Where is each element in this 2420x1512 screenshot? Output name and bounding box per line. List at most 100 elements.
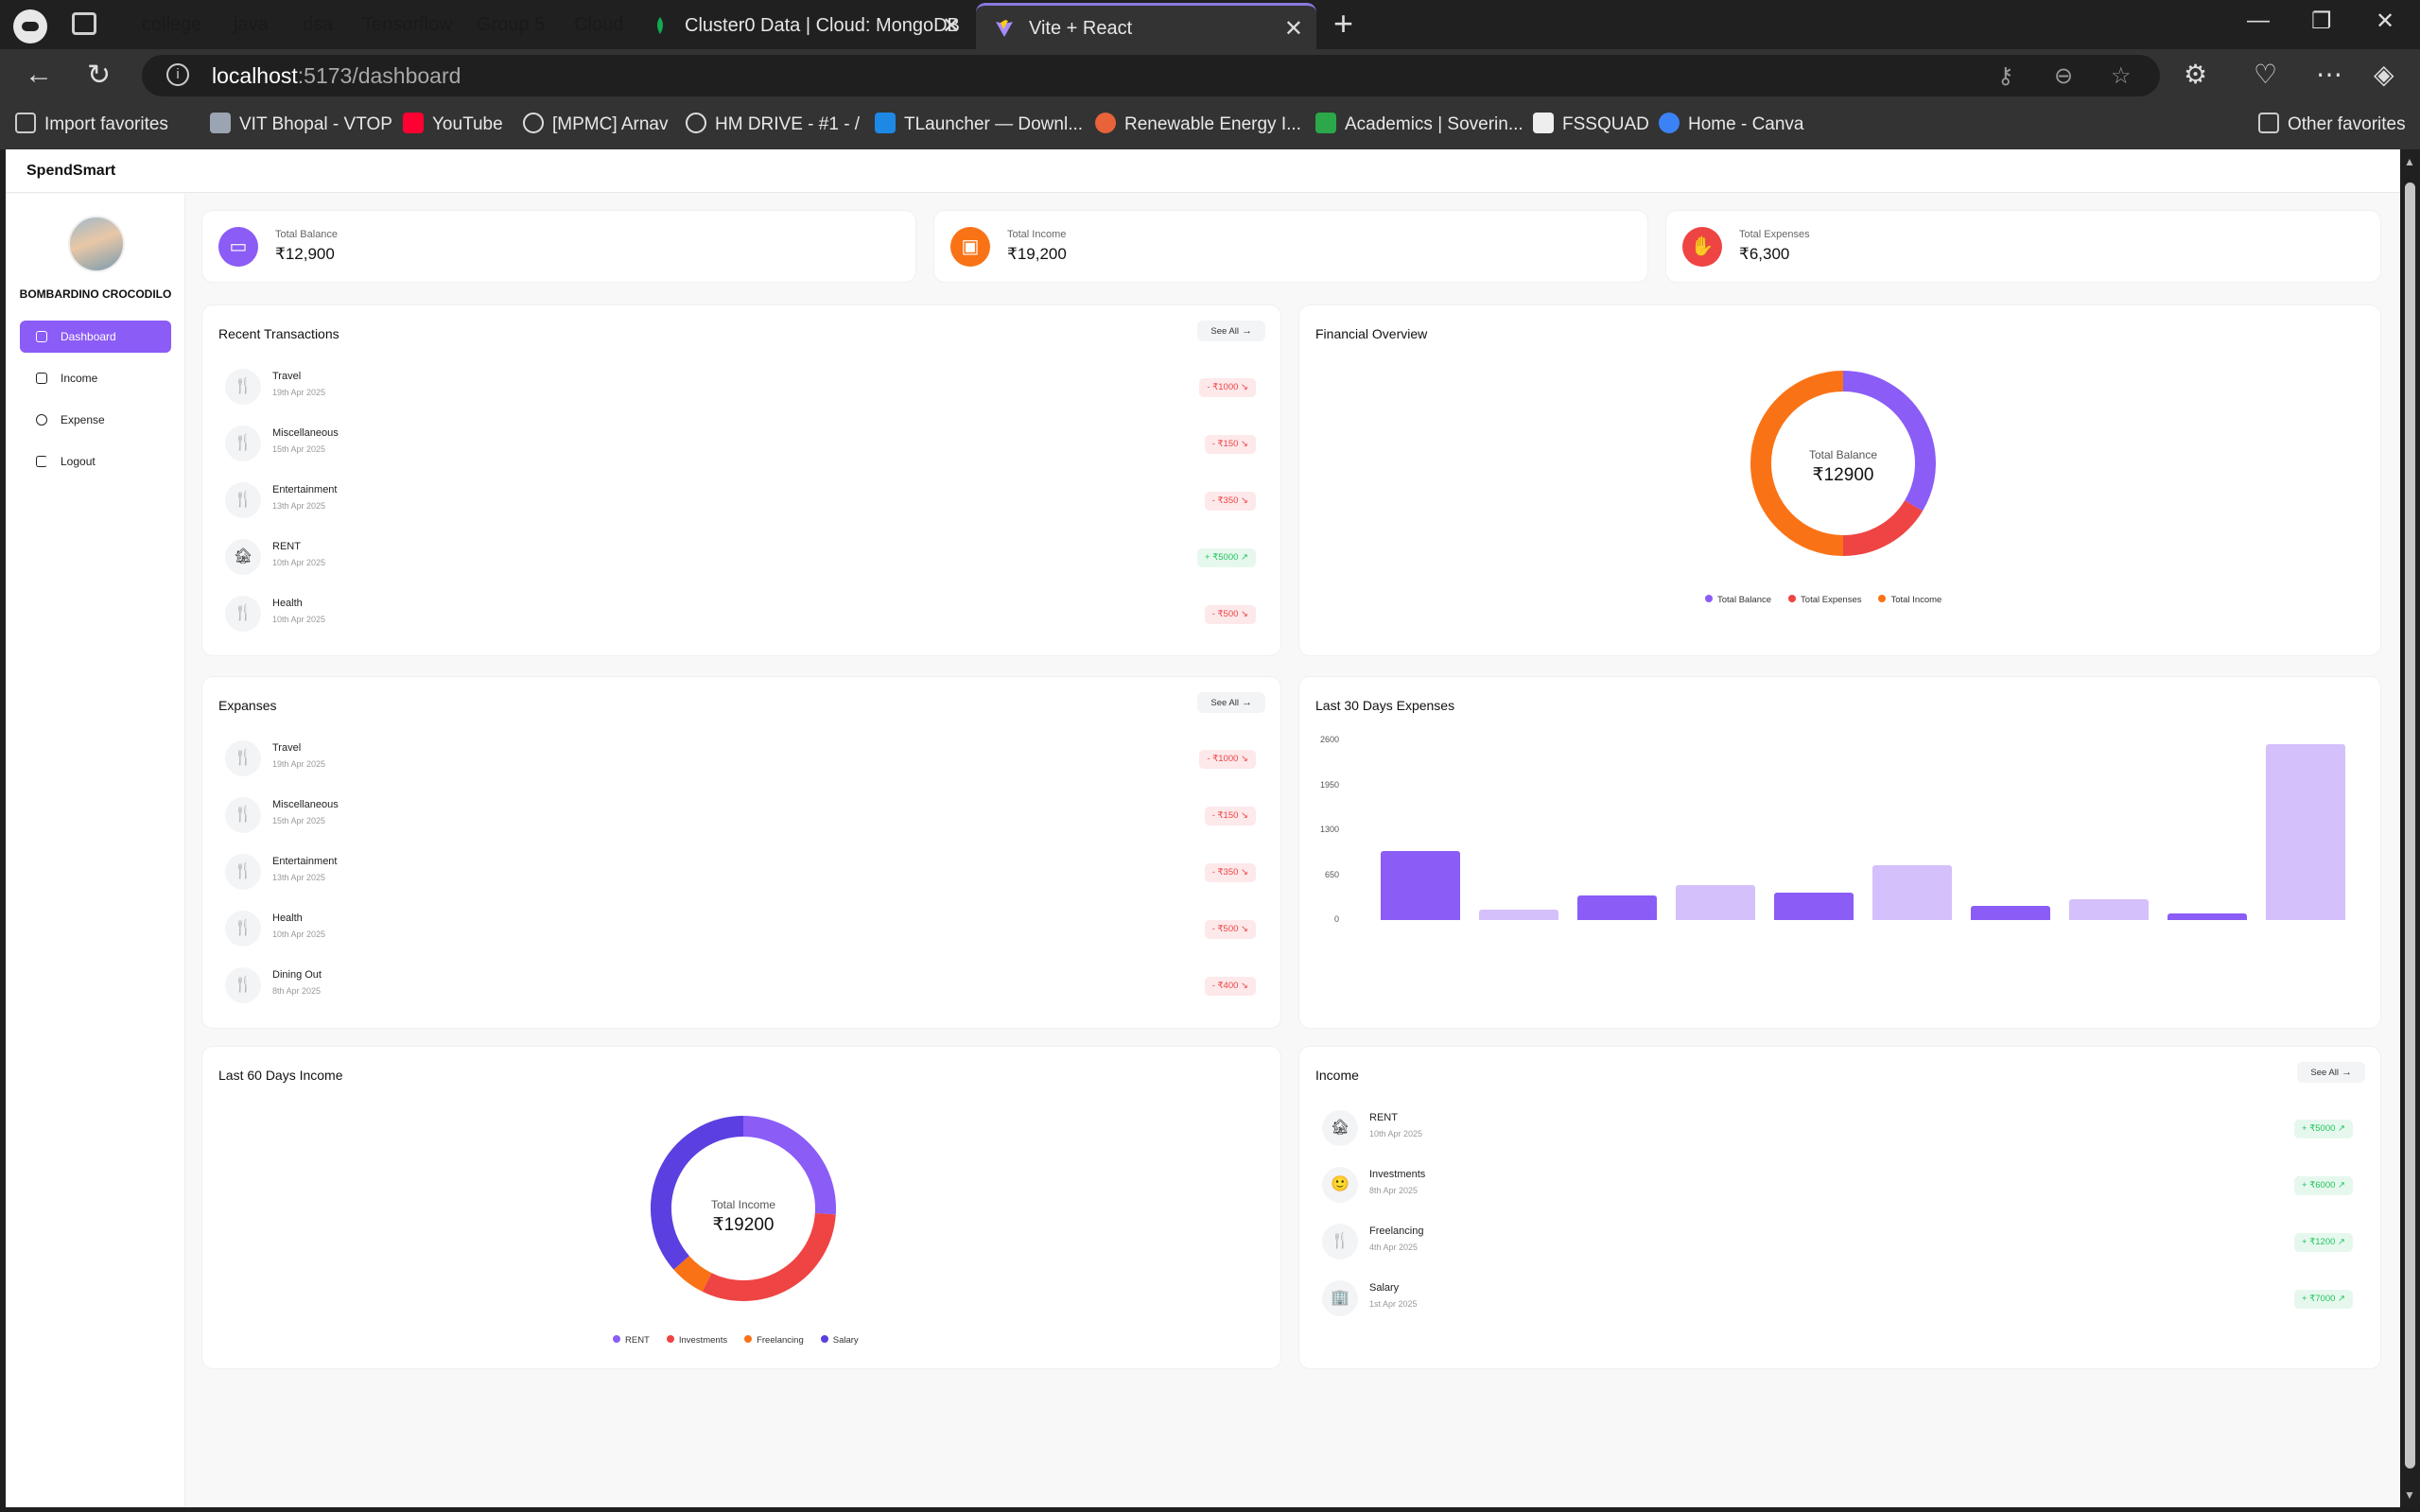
transaction-date: 19th Apr 2025: [272, 388, 326, 397]
transaction-row[interactable]: 🏚 RENT 10th Apr 2025 + ₹5000 ↗: [225, 535, 1256, 577]
transaction-row[interactable]: 🍴 Miscellaneous 15th Apr 2025 - ₹150 ↘: [225, 793, 1256, 835]
url-field[interactable]: i localhost:5173/dashboard ⚷ ⊖ ☆: [142, 55, 2160, 96]
donut-slice-total-income[interactable]: [1750, 371, 1844, 556]
vtop-icon: [210, 113, 231, 133]
bookmark-renewable[interactable]: Renewable Energy I...: [1095, 112, 1301, 138]
bookmark-tlauncher[interactable]: TLauncher — Downl...: [875, 112, 1083, 138]
transaction-row[interactable]: 🍴 Travel 19th Apr 2025 - ₹1000 ↘: [225, 737, 1256, 778]
bar[interactable]: [1872, 864, 1952, 920]
transaction-row[interactable]: 🍴 Freelancing 4th Apr 2025 + ₹1200 ↗: [1322, 1220, 2353, 1261]
sidebar-item-logout[interactable]: Logout: [20, 445, 171, 478]
sidebar-item-income[interactable]: Income: [20, 362, 171, 394]
restore-icon[interactable]: ❐: [2311, 8, 2332, 35]
income-card: Income See All 🏚 RENT 10th Apr 2025 + ₹5000…: [1298, 1046, 2381, 1369]
browser-essentials-icon[interactable]: ♡: [2254, 59, 2277, 90]
donut-slice-salary[interactable]: [651, 1116, 744, 1270]
transaction-row[interactable]: 🍴 Entertainment 13th Apr 2025 - ₹350 ↘: [225, 850, 1256, 892]
new-tab-icon[interactable]: +: [1333, 4, 1353, 43]
bar[interactable]: [1381, 850, 1460, 920]
tab-group-tensorflow[interactable]: Tensorflow: [353, 10, 462, 39]
password-key-icon[interactable]: ⚷: [1997, 62, 2014, 90]
bookmark-youtube[interactable]: YouTube: [403, 112, 503, 138]
site-info-icon[interactable]: i: [166, 63, 189, 86]
bookmark-import-favorites[interactable]: Import favorites: [15, 112, 168, 138]
bar[interactable]: [1676, 885, 1755, 920]
donut-slice-freelancing[interactable]: [673, 1255, 712, 1292]
tab-group-college[interactable]: college: [132, 10, 211, 39]
transaction-name: Entertainment: [272, 484, 338, 495]
bookmark-vtop[interactable]: VIT Bhopal - VTOP: [210, 112, 392, 138]
transaction-row[interactable]: 🍴 Health 10th Apr 2025 - ₹500 ↘: [225, 592, 1256, 634]
transaction-row[interactable]: 🍴 Health 10th Apr 2025 - ₹500 ↘: [225, 907, 1256, 948]
transaction-name: Dining Out: [272, 969, 322, 981]
donut-slice-total-expenses[interactable]: [1842, 499, 1924, 556]
transaction-name: Investments: [1369, 1169, 1426, 1180]
scroll-down-icon[interactable]: ▼: [2404, 1488, 2415, 1502]
stat-value: ₹6,300: [1739, 245, 1790, 263]
browser-tab-bar: college java dsa Tensorflow Group 5 Clou…: [0, 0, 2420, 82]
tab-group-cloud[interactable]: Cloud: [565, 10, 633, 39]
tab-group-group5[interactable]: Group 5: [467, 10, 554, 39]
bar[interactable]: [1971, 906, 2050, 920]
bookmark-fssquad[interactable]: FSSQUAD: [1533, 112, 1649, 138]
folder-icon: [2258, 113, 2279, 133]
tab-vite-react[interactable]: Vite + React ✕: [976, 3, 1316, 49]
sidebar-item-dashboard[interactable]: Dashboard: [20, 321, 171, 353]
bar[interactable]: [1577, 895, 1657, 920]
legend-item: Total Balance: [1705, 595, 1771, 605]
bar[interactable]: [1774, 892, 1854, 920]
amount-badge: - ₹150 ↘: [1204, 807, 1256, 826]
close-tab-icon[interactable]: ✕: [942, 3, 961, 49]
donut-slice-total-balance[interactable]: [1842, 371, 1936, 512]
tab-actions-icon[interactable]: [72, 12, 96, 35]
zoom-icon[interactable]: ⊖: [2054, 62, 2073, 90]
favorite-star-icon[interactable]: ☆: [2111, 62, 2132, 90]
refresh-icon[interactable]: ↻: [87, 59, 111, 92]
bar[interactable]: [1479, 910, 1558, 920]
extensions-icon[interactable]: ⚙: [2184, 59, 2207, 90]
bookmark-academics[interactable]: Academics | Soverin...: [1315, 112, 1523, 138]
bar[interactable]: [2266, 743, 2345, 920]
fork-knife-icon: 🍴: [225, 911, 261, 947]
amount-badge: - ₹350 ↘: [1204, 863, 1256, 882]
bar[interactable]: [2069, 899, 2149, 920]
minimize-icon[interactable]: —: [2247, 8, 2270, 34]
last-30-days-expenses-card: Last 30 Days Expenses 0 650 1300 1950 2600: [1298, 676, 2381, 1029]
close-tab-icon[interactable]: ✕: [1284, 6, 1303, 52]
amount-badge: - ₹500 ↘: [1204, 920, 1256, 939]
sidebar-item-expense[interactable]: Expense: [20, 404, 171, 436]
bar[interactable]: [2168, 912, 2247, 920]
more-menu-icon[interactable]: ⋯: [2316, 59, 2342, 90]
transaction-row[interactable]: 🍴 Entertainment 13th Apr 2025 - ₹350 ↘: [225, 478, 1256, 520]
tab-group-java[interactable]: java: [224, 10, 278, 39]
transaction-row[interactable]: 🏚 RENT 10th Apr 2025 + ₹5000 ↗: [1322, 1106, 2353, 1148]
scroll-up-icon[interactable]: ▲: [2404, 155, 2415, 168]
back-icon[interactable]: ←: [25, 59, 53, 91]
see-all-button[interactable]: See All: [2297, 1062, 2365, 1083]
fork-knife-icon: 🍴: [225, 426, 261, 461]
page-scrollbar[interactable]: ▲ ▼: [2400, 149, 2420, 1507]
transaction-row[interactable]: 🍴 Travel 19th Apr 2025 - ₹1000 ↘: [225, 365, 1256, 407]
tab-mongodb[interactable]: Cluster0 Data | Cloud: MongoDB C ✕: [632, 3, 974, 82]
donut-center-value: ₹19200: [712, 1215, 775, 1235]
copilot-icon[interactable]: ◈: [2374, 59, 2394, 90]
transaction-row[interactable]: 🍴 Miscellaneous 15th Apr 2025 - ₹150 ↘: [225, 422, 1256, 463]
avatar[interactable]: [68, 216, 125, 272]
transaction-row[interactable]: 🍴 Dining Out 8th Apr 2025 - ₹400 ↘: [225, 964, 1256, 1005]
window-close-icon[interactable]: ✕: [2376, 8, 2394, 35]
brand-name: SpendSmart: [26, 163, 116, 179]
profile-icon[interactable]: [13, 9, 47, 43]
see-all-button[interactable]: See All: [1197, 692, 1265, 713]
bookmark-canva[interactable]: Home - Canva: [1659, 112, 1804, 138]
scrollbar-thumb[interactable]: [2405, 182, 2415, 1469]
tab-group-dsa[interactable]: dsa: [293, 10, 342, 39]
transaction-name: Travel: [272, 371, 302, 382]
transaction-row[interactable]: 🏢 Salary 1st Apr 2025 + ₹7000 ↗: [1322, 1277, 2353, 1318]
mongodb-leaf-icon: [657, 17, 663, 34]
transaction-date: 10th Apr 2025: [272, 615, 326, 624]
bookmark-mpmc[interactable]: [MPMC] Arnav: [523, 112, 668, 138]
transaction-row[interactable]: 🙂 Investments 8th Apr 2025 + ₹6000 ↗: [1322, 1163, 2353, 1205]
see-all-button[interactable]: See All: [1197, 321, 1265, 341]
bookmark-hm-drive[interactable]: HM DRIVE - #1 - /: [686, 112, 860, 138]
other-favorites[interactable]: Other favorites: [2258, 112, 2406, 138]
